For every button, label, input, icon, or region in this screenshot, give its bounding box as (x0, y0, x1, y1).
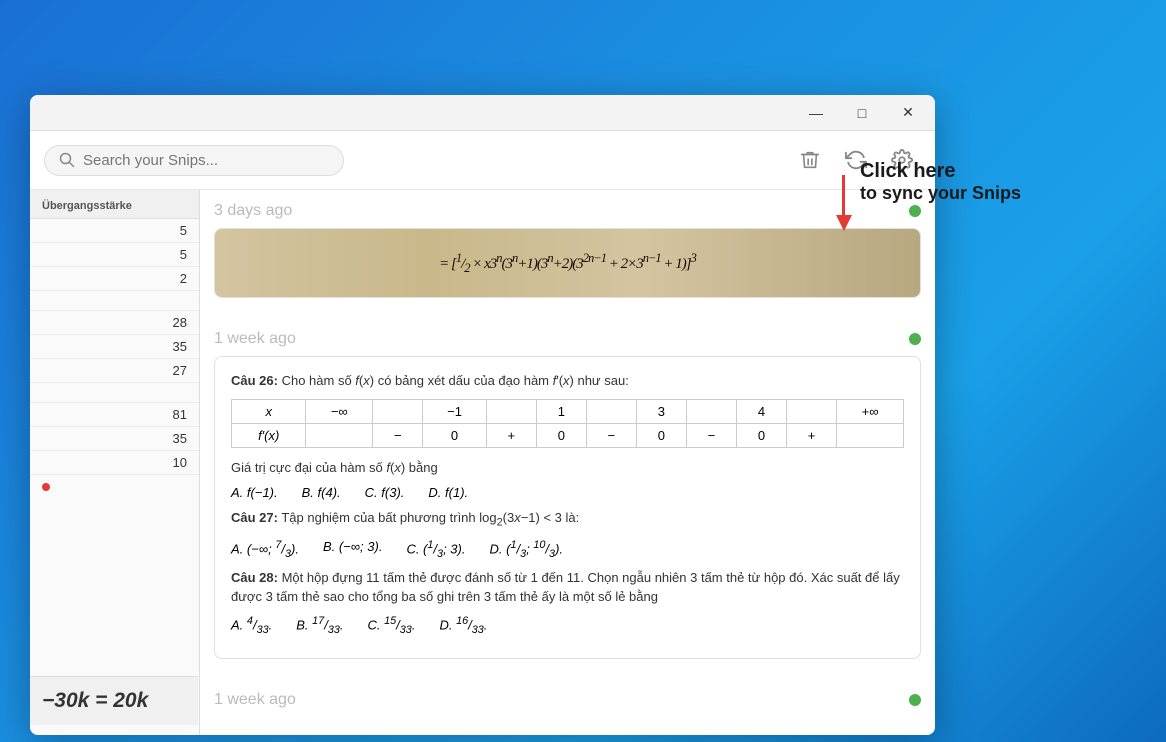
snip-status-dot-3 (909, 694, 921, 706)
sidebar-red-dot (42, 483, 50, 491)
list-item[interactable]: 5 (30, 219, 199, 243)
arrow-shaft (842, 175, 845, 215)
q27-text: Câu 27: Tập nghiệm của bất phương trình … (231, 508, 904, 531)
list-item[interactable]: 28 (30, 311, 199, 335)
sidebar-header: Übergangsstärke (30, 190, 199, 219)
snip-timestamp-3: 1 week ago (214, 679, 921, 717)
math-table: x −∞−1134+∞ f′(x) −0+0−0−0+ (231, 399, 904, 448)
list-item[interactable]: 27 (30, 359, 199, 383)
q28-answers: A. 4/33. B. 17/33. C. 15/33. D. 16/33. (231, 615, 904, 636)
title-bar: — □ ✕ (30, 95, 935, 131)
snip-math-content: Câu 26: Cho hàm số f(x) có bảng xét dấu … (215, 357, 920, 658)
delete-button[interactable] (791, 141, 829, 179)
sidebar-bottom-text: −30k = 20k (30, 676, 198, 725)
minimize-button[interactable]: — (793, 95, 839, 131)
search-container[interactable] (44, 145, 344, 176)
snip-image: = [1/2 × x3n(3n+1)(3n+2)(32n−1 + 2×3n−1 … (215, 229, 920, 297)
arrow-head (836, 215, 852, 231)
q27-answers: A. (−∞; 7/3). B. (−∞; 3). C. (1/3; 3). D… (231, 539, 904, 560)
tooltip-text: Click here to sync your Snips (860, 160, 1021, 204)
toolbar (30, 131, 935, 190)
search-input[interactable] (83, 152, 329, 169)
arrow (836, 175, 852, 231)
snip-group: 3 days ago = [1/2 × x3n(3n+1)(3n+2)(32n−… (214, 190, 921, 298)
close-button[interactable]: ✕ (885, 95, 931, 131)
list-item[interactable]: 5 (30, 243, 199, 267)
sidebar: Übergangsstärke 5 5 2 28 35 27 81 35 10 (30, 190, 200, 735)
tooltip: Click here to sync your Snips (836, 165, 1021, 231)
main-content[interactable]: 3 days ago = [1/2 × x3n(3n+1)(3n+2)(32n−… (200, 190, 935, 735)
snip-status-dot-2 (909, 333, 921, 345)
list-item[interactable]: 81 (30, 403, 199, 427)
q26-text: Câu 26: Cho hàm số f(x) có bảng xét dấu … (231, 371, 904, 391)
list-item[interactable]: 35 (30, 335, 199, 359)
list-item[interactable]: 2 (30, 267, 199, 291)
trash-icon (799, 149, 821, 171)
snip-timestamp: 3 days ago (214, 190, 921, 228)
list-item[interactable]: 35 (30, 427, 199, 451)
app-window: — □ ✕ (30, 95, 935, 735)
q26-question: Giá trị cực đại của hàm số f(x) bằng (231, 458, 904, 478)
snip-group-2: 1 week ago Câu 26: Cho hàm số f(x) có bả… (214, 318, 921, 659)
search-icon (59, 152, 75, 168)
snip-card[interactable]: = [1/2 × x3n(3n+1)(3n+2)(32n−1 + 2×3n−1 … (214, 228, 921, 298)
q26-answers: A. f(−1). B. f(4). C. f(3). D. f(1). (231, 485, 904, 500)
snip-card-2[interactable]: Câu 26: Cho hàm số f(x) có bảng xét dấu … (214, 356, 921, 659)
snip-timestamp-2: 1 week ago (214, 318, 921, 356)
maximize-button[interactable]: □ (839, 95, 885, 131)
q28-text: Câu 28: Một hộp đựng 11 tấm thẻ được đán… (231, 568, 904, 607)
list-item[interactable]: 10 (30, 451, 199, 475)
content-area: Übergangsstärke 5 5 2 28 35 27 81 35 10 … (30, 190, 935, 735)
